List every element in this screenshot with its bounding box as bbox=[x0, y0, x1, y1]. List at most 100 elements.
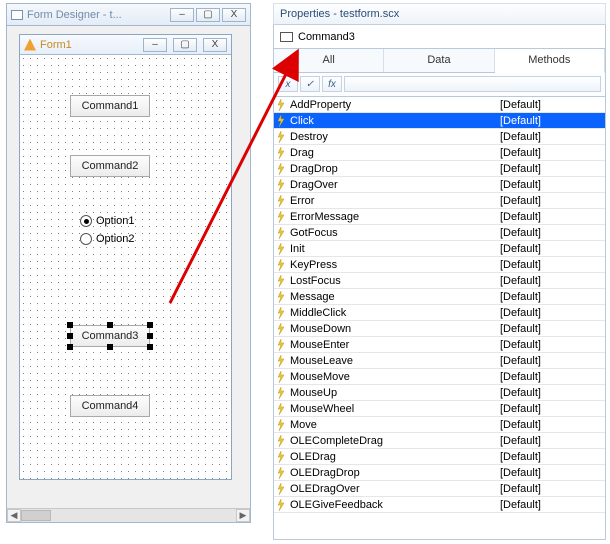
option2-label: Option2 bbox=[96, 233, 135, 245]
event-icon bbox=[276, 435, 288, 447]
designer-client-area: Form1 – ▢ X Command1 Command2 Option1 Op… bbox=[7, 26, 250, 508]
method-name: GotFocus bbox=[290, 227, 500, 239]
method-value: [Default] bbox=[500, 435, 603, 447]
form-icon bbox=[11, 10, 23, 20]
method-row[interactable]: LostFocus[Default] bbox=[274, 273, 605, 289]
method-row[interactable]: OLEGiveFeedback[Default] bbox=[274, 497, 605, 513]
filter-cancel-button[interactable]: x bbox=[278, 76, 298, 92]
resize-handle[interactable] bbox=[67, 322, 73, 328]
method-row[interactable]: OLECompleteDrag[Default] bbox=[274, 433, 605, 449]
horizontal-scrollbar[interactable]: ◀ ▶ bbox=[7, 508, 250, 522]
method-name: OLEDragOver bbox=[290, 483, 500, 495]
method-row[interactable]: OLEDragDrop[Default] bbox=[274, 465, 605, 481]
method-row[interactable]: Drag[Default] bbox=[274, 145, 605, 161]
method-row[interactable]: Destroy[Default] bbox=[274, 129, 605, 145]
method-row[interactable]: MouseDown[Default] bbox=[274, 321, 605, 337]
method-row[interactable]: OLEDrag[Default] bbox=[274, 449, 605, 465]
method-row[interactable]: MouseMove[Default] bbox=[274, 369, 605, 385]
method-row[interactable]: MouseEnter[Default] bbox=[274, 337, 605, 353]
resize-handle[interactable] bbox=[147, 333, 153, 339]
tab-data[interactable]: Data bbox=[384, 49, 494, 72]
methods-grid[interactable]: AddProperty[Default]Click[Default]Destro… bbox=[273, 97, 606, 540]
event-icon bbox=[276, 99, 288, 111]
scroll-left-icon[interactable]: ◀ bbox=[7, 509, 21, 522]
scroll-track[interactable] bbox=[21, 509, 236, 522]
method-name: MouseUp bbox=[290, 387, 500, 399]
method-row[interactable]: Message[Default] bbox=[274, 289, 605, 305]
method-value: [Default] bbox=[500, 195, 603, 207]
event-icon bbox=[276, 259, 288, 271]
resize-handle[interactable] bbox=[147, 344, 153, 350]
form1-title: Form1 bbox=[40, 39, 137, 51]
filter-expression-button[interactable]: fx bbox=[322, 76, 342, 92]
event-icon bbox=[276, 419, 288, 431]
method-row[interactable]: Click[Default] bbox=[274, 113, 605, 129]
option1-radio[interactable]: Option1 bbox=[80, 215, 135, 227]
radio-icon bbox=[80, 215, 92, 227]
method-name: MiddleClick bbox=[290, 307, 500, 319]
minimize-button[interactable]: – bbox=[170, 8, 194, 22]
event-icon bbox=[276, 451, 288, 463]
method-name: DragOver bbox=[290, 179, 500, 191]
resize-handle[interactable] bbox=[147, 322, 153, 328]
method-row[interactable]: AddProperty[Default] bbox=[274, 97, 605, 113]
resize-handle[interactable] bbox=[107, 322, 113, 328]
scroll-right-icon[interactable]: ▶ bbox=[236, 509, 250, 522]
method-name: Drag bbox=[290, 147, 500, 159]
form1-maximize-button[interactable]: ▢ bbox=[173, 38, 197, 52]
event-icon bbox=[276, 195, 288, 207]
command3-selected[interactable]: Command3 bbox=[70, 325, 150, 347]
maximize-button[interactable]: ▢ bbox=[196, 8, 220, 22]
method-value: [Default] bbox=[500, 339, 603, 351]
resize-handle[interactable] bbox=[67, 344, 73, 350]
method-value: [Default] bbox=[500, 147, 603, 159]
form1-minimize-button[interactable]: – bbox=[143, 38, 167, 52]
close-button[interactable]: X bbox=[222, 8, 246, 22]
method-row[interactable]: MouseLeave[Default] bbox=[274, 353, 605, 369]
filter-value-field[interactable] bbox=[344, 76, 601, 92]
method-value: [Default] bbox=[500, 211, 603, 223]
command4-button[interactable]: Command4 bbox=[70, 395, 150, 417]
method-row[interactable]: DragOver[Default] bbox=[274, 177, 605, 193]
method-row[interactable]: MouseUp[Default] bbox=[274, 385, 605, 401]
event-icon bbox=[276, 403, 288, 415]
method-row[interactable]: MouseWheel[Default] bbox=[274, 401, 605, 417]
method-name: OLEDragDrop bbox=[290, 467, 500, 479]
method-value: [Default] bbox=[500, 115, 603, 127]
tab-methods[interactable]: Methods bbox=[495, 49, 605, 73]
method-name: Error bbox=[290, 195, 500, 207]
filter-toolbar: x ✓ fx bbox=[273, 73, 606, 97]
method-row[interactable]: MiddleClick[Default] bbox=[274, 305, 605, 321]
command2-button[interactable]: Command2 bbox=[70, 155, 150, 177]
form1-window[interactable]: Form1 – ▢ X Command1 Command2 Option1 Op… bbox=[19, 34, 232, 480]
method-name: MouseWheel bbox=[290, 403, 500, 415]
tab-all[interactable]: All bbox=[274, 49, 384, 72]
method-name: KeyPress bbox=[290, 259, 500, 271]
object-selector[interactable]: Command3 bbox=[273, 25, 606, 49]
method-row[interactable]: GotFocus[Default] bbox=[274, 225, 605, 241]
method-row[interactable]: Move[Default] bbox=[274, 417, 605, 433]
method-row[interactable]: KeyPress[Default] bbox=[274, 257, 605, 273]
method-name: OLEDrag bbox=[290, 451, 500, 463]
method-value: [Default] bbox=[500, 243, 603, 255]
resize-handle[interactable] bbox=[107, 344, 113, 350]
event-icon bbox=[276, 291, 288, 303]
filter-accept-button[interactable]: ✓ bbox=[300, 76, 320, 92]
method-row[interactable]: Init[Default] bbox=[274, 241, 605, 257]
option2-radio[interactable]: Option2 bbox=[80, 233, 135, 245]
event-icon bbox=[276, 339, 288, 351]
form1-close-button[interactable]: X bbox=[203, 38, 227, 52]
form-designer-window: Form Designer - t... – ▢ X Form1 – ▢ X C… bbox=[6, 3, 251, 523]
form1-titlebar[interactable]: Form1 – ▢ X bbox=[20, 35, 231, 55]
form1-design-surface[interactable]: Command1 Command2 Option1 Option2 Comman… bbox=[20, 55, 231, 479]
method-row[interactable]: OLEDragOver[Default] bbox=[274, 481, 605, 497]
resize-handle[interactable] bbox=[67, 333, 73, 339]
method-row[interactable]: DragDrop[Default] bbox=[274, 161, 605, 177]
method-row[interactable]: ErrorMessage[Default] bbox=[274, 209, 605, 225]
command1-button[interactable]: Command1 bbox=[70, 95, 150, 117]
scroll-thumb[interactable] bbox=[21, 510, 51, 521]
form-designer-titlebar[interactable]: Form Designer - t... – ▢ X bbox=[7, 4, 250, 26]
method-row[interactable]: Error[Default] bbox=[274, 193, 605, 209]
method-name: AddProperty bbox=[290, 99, 500, 111]
method-value: [Default] bbox=[500, 307, 603, 319]
